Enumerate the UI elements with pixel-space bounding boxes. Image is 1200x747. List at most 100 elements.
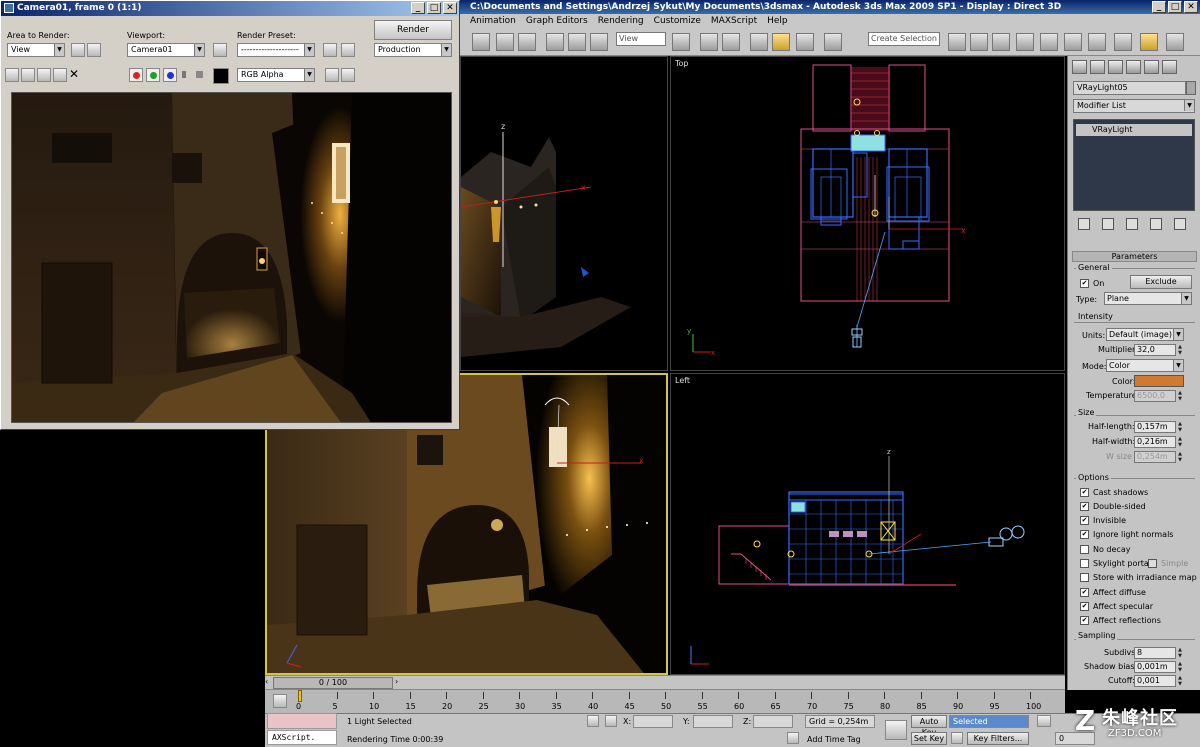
close-button[interactable]: ✕: [1184, 1, 1198, 13]
spinner-arrows-icon[interactable]: ▲ ▼: [1176, 647, 1184, 659]
hierarchy-tab-icon[interactable]: [1108, 60, 1123, 74]
select-filter-icon[interactable]: [472, 33, 490, 51]
modifier-stack[interactable]: VRayLight: [1073, 119, 1195, 211]
environment-effects-icon[interactable]: [341, 43, 355, 57]
green-channel-toggle[interactable]: [146, 68, 160, 82]
render-button[interactable]: Render: [374, 20, 452, 40]
material-editor-icon[interactable]: [1088, 33, 1106, 51]
time-slider[interactable]: 0 / 100: [273, 677, 393, 689]
percent-snap-icon[interactable]: [772, 33, 790, 51]
create-tab-icon[interactable]: [1072, 60, 1087, 74]
subdivs-spinner[interactable]: 8: [1134, 647, 1176, 659]
spinner-arrows-icon[interactable]: ▲ ▼: [1176, 390, 1184, 402]
render-minimize-button[interactable]: _: [411, 2, 425, 14]
select-object-icon[interactable]: [496, 33, 514, 51]
time-prev-icon[interactable]: ‹: [265, 677, 273, 686]
left-viewport[interactable]: Left z: [670, 373, 1065, 675]
checkbox-checked-icon[interactable]: ✔: [1080, 501, 1089, 511]
absolute-mode-icon[interactable]: [605, 715, 617, 727]
display-tab-icon[interactable]: [1144, 60, 1159, 74]
maxscript-input[interactable]: AXScript.: [267, 730, 337, 745]
red-channel-toggle[interactable]: [129, 68, 143, 82]
rendered-frame-window-icon[interactable]: [1140, 33, 1158, 51]
set-key-mode-icon[interactable]: [885, 720, 907, 740]
render-setup-icon[interactable]: [323, 43, 337, 57]
menu-help[interactable]: Help: [767, 14, 788, 28]
perspective-viewport[interactable]: z x: [460, 56, 668, 371]
monochrome-icon[interactable]: [193, 68, 207, 82]
render-maximize-button[interactable]: □: [427, 2, 441, 14]
spinner-snap-icon[interactable]: [796, 33, 814, 51]
option-ignore-light-normals[interactable]: ✔ Ignore light normals: [1080, 529, 1173, 541]
shadow-bias-spinner[interactable]: 0,001m: [1134, 661, 1176, 673]
top-viewport[interactable]: Top x y x: [670, 56, 1065, 371]
option-double-sided[interactable]: ✔ Double-sided: [1080, 500, 1146, 512]
maxscript-output[interactable]: [267, 713, 337, 729]
undo-icon[interactable]: [992, 33, 1010, 51]
quick-render-icon[interactable]: [1166, 33, 1184, 51]
spinner-arrows-icon[interactable]: ▲ ▼: [1176, 436, 1184, 448]
checkbox-checked-icon[interactable]: ✔: [1080, 616, 1089, 626]
half-length-spinner[interactable]: 0,157m: [1134, 421, 1176, 433]
keyboard-shortcut-icon[interactable]: [700, 33, 718, 51]
blue-channel-toggle[interactable]: [163, 68, 177, 82]
edit-region-icon[interactable]: [71, 43, 85, 57]
show-end-result-icon[interactable]: [1102, 218, 1114, 230]
current-frame-marker[interactable]: [298, 690, 302, 702]
spinner-arrows-icon[interactable]: ▲ ▼: [1176, 421, 1184, 433]
menu-maxscript[interactable]: MAXScript: [711, 14, 757, 28]
menu-graph-editors[interactable]: Graph Editors: [526, 14, 588, 28]
key-filters-button[interactable]: Key Filters...: [967, 732, 1029, 745]
stack-item-vraylight[interactable]: VRayLight: [1076, 124, 1192, 136]
named-selection-icon[interactable]: [824, 33, 842, 51]
go-to-start-icon[interactable]: [1037, 715, 1051, 727]
production-dropdown[interactable]: Production ▼: [374, 43, 452, 57]
auto-key-button[interactable]: Auto Key: [911, 715, 947, 737]
y-coord-field[interactable]: [693, 715, 733, 728]
simple-checkbox[interactable]: Simple: [1148, 557, 1188, 569]
cutoff-spinner[interactable]: 0,001: [1134, 675, 1176, 687]
exclude-button[interactable]: Exclude: [1130, 275, 1192, 289]
modify-tab-icon[interactable]: [1090, 60, 1105, 74]
snap-icon[interactable]: [722, 33, 740, 51]
layer-manager-icon[interactable]: [1016, 33, 1034, 51]
x-coord-field[interactable]: [633, 715, 673, 728]
option-skylight-portal[interactable]: Skylight portal: [1080, 558, 1151, 570]
checkbox-unchecked-icon[interactable]: [1080, 573, 1089, 583]
clone-window-icon[interactable]: [37, 68, 51, 82]
light-color-swatch[interactable]: [1134, 375, 1184, 387]
mode-dropdown[interactable]: Color ▼: [1106, 359, 1184, 372]
render-preset-dropdown[interactable]: -------------------- ▼: [237, 43, 315, 57]
option-affect-reflections[interactable]: ✔ Affect reflections: [1080, 615, 1161, 627]
on-checkbox[interactable]: ✔ On: [1080, 277, 1104, 289]
viewport-dropdown[interactable]: Camera01 ▼: [127, 43, 205, 57]
toggle-ui-icon[interactable]: [341, 68, 355, 82]
schematic-view-icon[interactable]: [1064, 33, 1082, 51]
option-affect-specular[interactable]: ✔ Affect specular: [1080, 600, 1153, 612]
mirror-icon[interactable]: [948, 33, 966, 51]
checkbox-checked-icon[interactable]: ✔: [1080, 530, 1089, 540]
set-key-button[interactable]: Set Key: [911, 732, 947, 745]
coord-system-dropdown[interactable]: View: [616, 32, 666, 46]
menu-customize[interactable]: Customize: [654, 14, 701, 28]
z-coord-field[interactable]: [753, 715, 793, 728]
utilities-tab-icon[interactable]: [1162, 60, 1177, 74]
toggle-ui-overlay-icon[interactable]: [325, 68, 339, 82]
key-tangent-icon[interactable]: [951, 732, 963, 744]
angle-snap-icon[interactable]: [750, 33, 768, 51]
half-width-spinner[interactable]: 0,216m: [1134, 436, 1176, 448]
add-time-tag[interactable]: Add Time Tag: [807, 735, 861, 744]
make-unique-icon[interactable]: [1126, 218, 1138, 230]
select-region-icon[interactable]: [518, 33, 536, 51]
time-tag-icon[interactable]: [787, 732, 799, 744]
render-close-button[interactable]: ✕: [443, 2, 457, 14]
align-icon[interactable]: [970, 33, 988, 51]
w-size-spinner[interactable]: 0,254m: [1134, 451, 1176, 463]
alpha-channel-icon[interactable]: [179, 68, 193, 82]
modifier-list-dropdown[interactable]: Modifier List ▼: [1073, 99, 1195, 113]
curve-editor-icon[interactable]: [1040, 33, 1058, 51]
temperature-spinner[interactable]: 6500,0: [1134, 390, 1176, 402]
option-cast-shadows[interactable]: ✔ Cast shadows: [1080, 486, 1148, 498]
menu-rendering[interactable]: Rendering: [598, 14, 644, 28]
option-no-decay[interactable]: No decay: [1080, 543, 1130, 555]
